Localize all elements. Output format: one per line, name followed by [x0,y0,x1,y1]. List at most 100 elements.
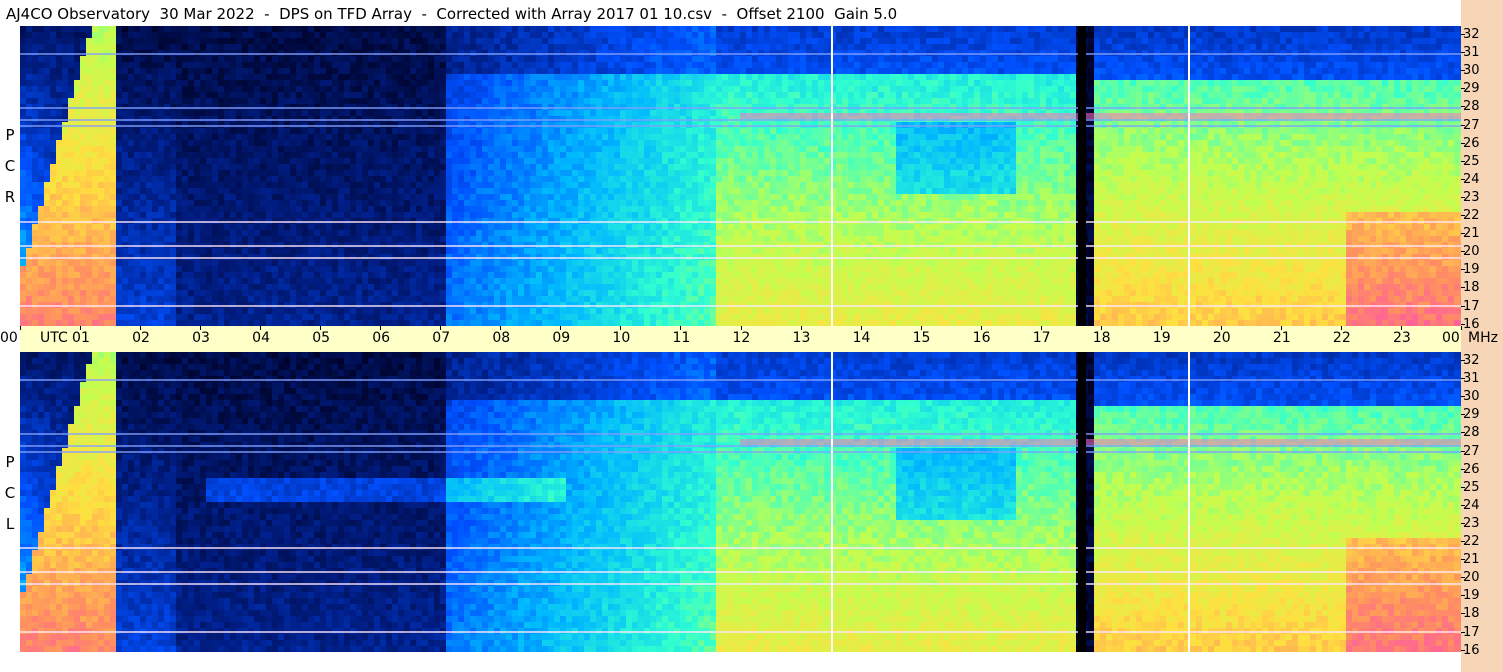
frequency-tick-label: 22 [1461,209,1480,223]
frequency-tick-label: 17 [1461,625,1480,640]
interference-line [20,221,1461,223]
panel-label-letter: P [2,447,18,478]
vertical-artifact-line [1188,26,1190,326]
spectrogram-lcp-svg [20,352,1461,652]
time-tick-label: 14 [853,330,871,346]
time-tick-label: 19 [1153,330,1171,346]
panel-label-letter: C [2,478,18,509]
frequency-tick-label: 29 [1461,408,1480,422]
interference-line [20,445,1461,447]
interference-line [20,107,1461,109]
frequency-tick-label: 21 [1461,553,1480,567]
time-tick-label: 12 [733,330,751,346]
panel-label-letter: L [2,509,18,540]
time-tick-label: 20 [1213,330,1231,346]
rfi-band-27mhz [740,113,1461,119]
panel-label-letter: C [2,151,18,182]
frequency-tick-label: 20 [1461,245,1480,259]
frequency-tick-label: 31 [1461,372,1480,386]
interference-line [20,53,1461,55]
time-tick-label: 11 [672,330,690,346]
time-tick-label: 23 [1393,330,1411,346]
frequency-tick-label: 30 [1461,64,1480,78]
frequency-tick-label: 16 [1461,643,1480,658]
frequency-tick-label: 24 [1461,498,1480,513]
vertical-artifact-line [1188,352,1190,652]
vertical-artifact-line [1078,352,1086,652]
frequency-tick-label: 26 [1461,136,1480,151]
time-tick-label: 00 [1442,330,1460,346]
time-tick-label: 07 [432,330,450,346]
time-tick-label: 21 [1273,330,1291,346]
vertical-artifact-line [1078,26,1086,326]
frequency-tick-label: 20 [1461,571,1480,585]
time-tick-label: 15 [913,330,931,346]
panel-label-letter: R [2,182,18,213]
spectrogram-lcp [20,352,1461,652]
frequency-tick-label: 22 [1461,535,1480,549]
panel-label-letter: P [2,120,18,151]
vertical-artifact-line [831,352,833,652]
time-tick-label: 16 [973,330,991,346]
frequency-tick-label: 28 [1461,426,1480,440]
time-tick-label: 08 [492,330,510,346]
frequency-tick-label: 27 [1461,118,1480,133]
spectrogram-rcp [20,26,1461,326]
interference-line [20,547,1461,549]
interference-line [20,257,1461,259]
interference-line [20,631,1461,633]
frequency-tick-label: 31 [1461,46,1480,60]
heatmap-cells [20,352,1461,652]
frequency-tick-label: 16 [1461,317,1480,332]
frequency-tick-label: 23 [1461,516,1480,531]
time-tick [20,326,21,330]
time-tick-label: 10 [612,330,630,346]
frequency-tick-label: 25 [1461,480,1480,495]
frequency-tick-label: 32 [1461,354,1480,368]
frequency-tick-label: 24 [1461,172,1480,187]
interference-line [20,583,1461,585]
frequency-tick-label: 30 [1461,390,1480,404]
frequency-tick-label: 18 [1461,281,1480,295]
utc-unit-label: UTC [40,330,68,346]
time-tick-label: 17 [1033,330,1051,346]
time-tick-label: 05 [312,330,330,346]
title-bar: AJ4CO Observatory 30 Mar 2022 - DPS on T… [0,0,1503,26]
rfi-band-27mhz [740,439,1461,445]
interference-line [20,571,1461,573]
time-tick-label: 13 [793,330,811,346]
time-tick-label: 22 [1333,330,1351,346]
frequency-tick-label: 29 [1461,82,1480,96]
interference-line [20,119,1461,121]
interference-line [20,433,1461,435]
frequency-tick-label: 19 [1461,263,1480,277]
interference-line [20,379,1461,381]
frequency-tick-label: 23 [1461,190,1480,205]
interference-line [20,245,1461,247]
mhz-unit-label: MHz [1468,330,1498,346]
time-tick-label: 09 [552,330,570,346]
frequency-tick-label: 26 [1461,462,1480,477]
frequency-tick-label: 21 [1461,227,1480,241]
time-axis: UTC 00 01 02 03 04 05 06 07 08 09 10 11 12 13 14 15 16 17… [0,326,1462,352]
time-tick-label: 01 [72,330,90,346]
vertical-artifact-line [831,26,833,326]
chart-title: AJ4CO Observatory 30 Mar 2022 - DPS on T… [6,4,897,24]
interference-line [20,305,1461,307]
frequency-tick-label: 27 [1461,444,1480,459]
frequency-tick-label: 18 [1461,607,1480,621]
frequency-tick-label: 32 [1461,28,1480,42]
time-tick-label: 00 [0,330,18,346]
frequency-tick-label: 19 [1461,589,1480,603]
time-tick-label: 02 [132,330,150,346]
frequency-tick-label: 28 [1461,100,1480,114]
panel-label-lcp: P C L [2,447,18,540]
time-tick [1461,326,1462,330]
panel-label-rcp: P C R [2,120,18,213]
interference-line [20,125,1461,127]
spectrogram-rcp-svg [20,26,1461,326]
heatmap-cells [20,26,1461,326]
time-tick-label: 04 [252,330,270,346]
frequency-tick-label: 17 [1461,299,1480,314]
time-tick-label: 06 [372,330,390,346]
